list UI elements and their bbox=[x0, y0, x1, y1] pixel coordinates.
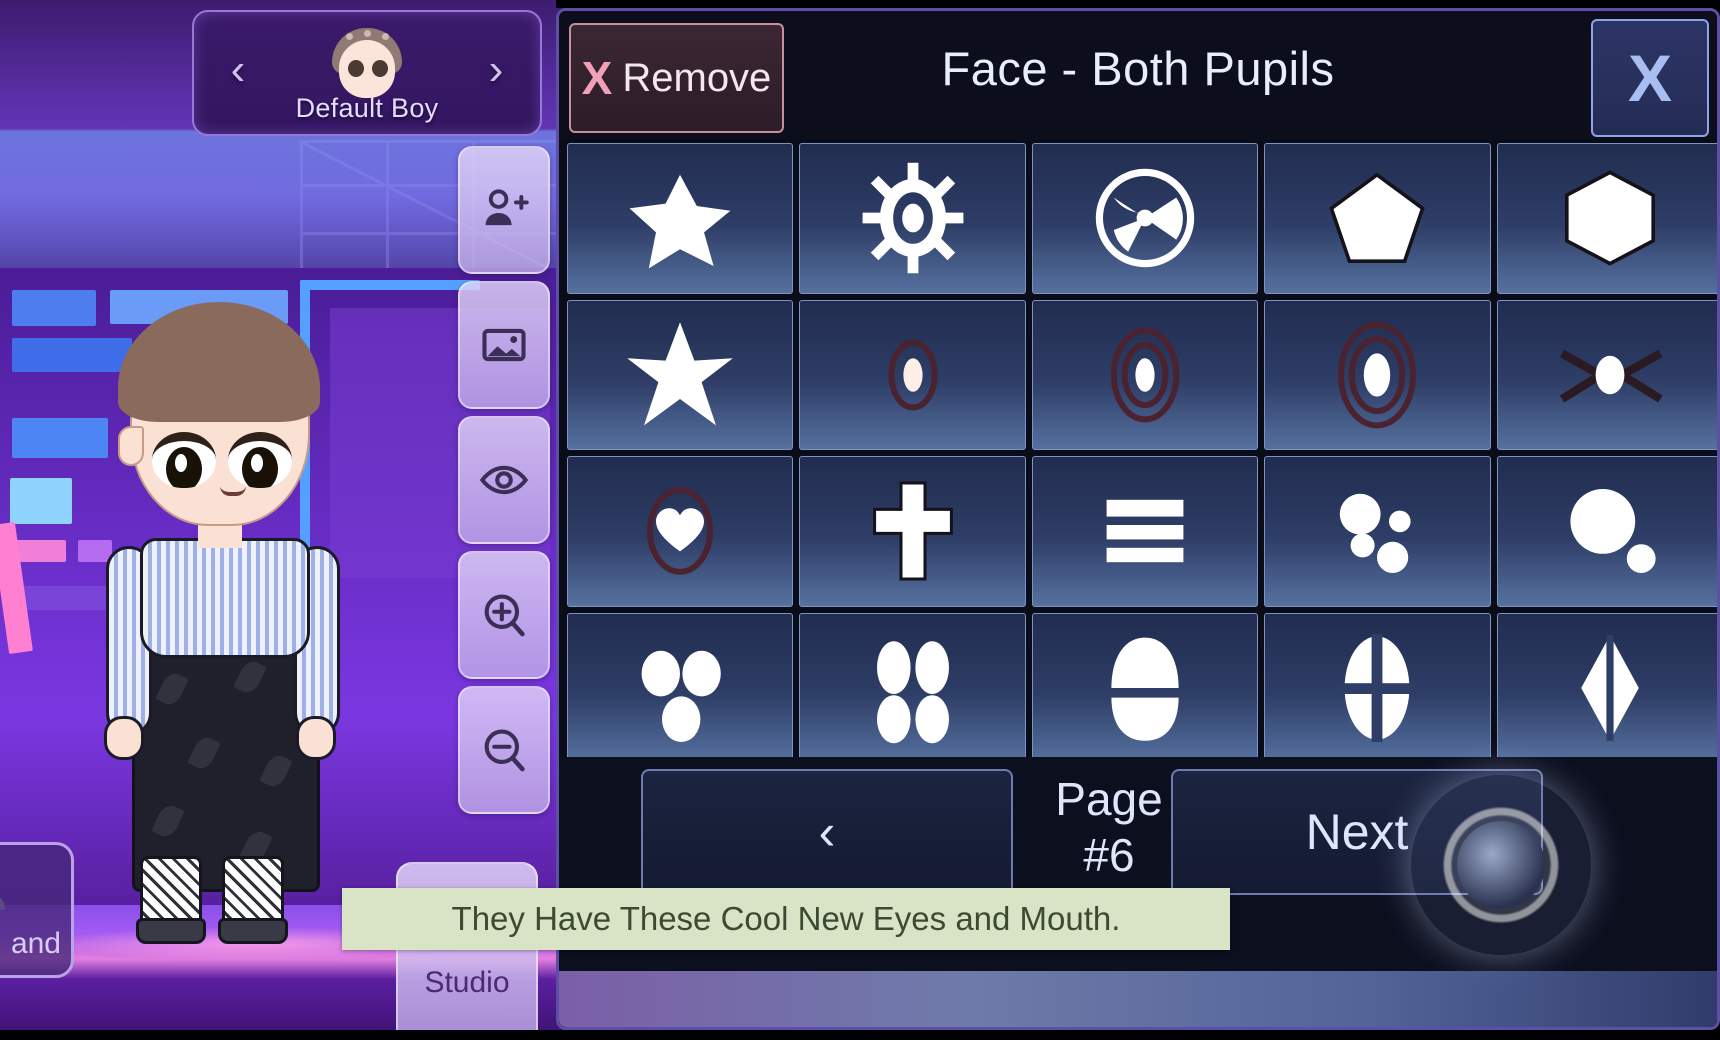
oval-ring-small-icon bbox=[887, 339, 938, 411]
big-dot-small-dot-icon bbox=[1570, 489, 1656, 574]
panel-title: Face - Both Pupils bbox=[941, 42, 1335, 95]
character-shoe-left bbox=[136, 918, 206, 944]
grid-item[interactable] bbox=[799, 299, 1026, 450]
character-eye-right bbox=[228, 432, 292, 488]
grid-item[interactable] bbox=[1031, 456, 1259, 607]
sparkle-eye-lash-icon bbox=[1559, 349, 1663, 403]
star-5-point-rough-icon bbox=[629, 175, 731, 269]
character-top bbox=[140, 538, 310, 658]
four-dot-cluster-icon bbox=[1340, 494, 1411, 574]
grid-item[interactable] bbox=[1496, 612, 1717, 763]
character-icon bbox=[0, 875, 5, 910]
grid-item[interactable] bbox=[1264, 456, 1491, 607]
grid-item[interactable] bbox=[1496, 143, 1717, 294]
star-6-point-icon bbox=[627, 321, 733, 426]
character-hair bbox=[118, 302, 320, 422]
hexagon-icon bbox=[1564, 170, 1655, 266]
panel-bottom-strip bbox=[559, 971, 1717, 1027]
oval-split-horizontal-icon bbox=[1111, 637, 1179, 741]
magnifier-plus-icon bbox=[484, 594, 525, 637]
cross-icon bbox=[872, 481, 953, 581]
item-picker-panel: X Remove Face - Both Pupils X ‹ Page #6 … bbox=[556, 8, 1720, 1030]
character-pants bbox=[132, 642, 320, 892]
add-character-button[interactable] bbox=[458, 146, 550, 274]
grid-item[interactable] bbox=[799, 456, 1026, 607]
character-pupil-left bbox=[166, 447, 202, 488]
oval-double-ring-icon bbox=[1110, 327, 1180, 423]
grid-item[interactable] bbox=[567, 612, 794, 763]
stage-tool-rail bbox=[458, 146, 556, 821]
selector-prev-button[interactable]: ‹ bbox=[210, 42, 266, 98]
radiation-circle-icon bbox=[1095, 169, 1195, 268]
grid-item[interactable] bbox=[799, 143, 1026, 294]
tap-highlight-indicator bbox=[1411, 775, 1591, 955]
close-icon: X bbox=[1627, 41, 1673, 115]
grid-item[interactable] bbox=[1264, 612, 1491, 763]
grid-item[interactable] bbox=[1031, 612, 1259, 763]
grid-item[interactable] bbox=[799, 612, 1026, 763]
prev-page-label: ‹ bbox=[818, 804, 836, 860]
top-letterbox bbox=[556, 0, 1720, 8]
grid-item[interactable] bbox=[567, 456, 794, 607]
bottom-letterbox bbox=[0, 1030, 1720, 1040]
character-shoe-right bbox=[218, 918, 288, 944]
grid-item[interactable] bbox=[1496, 456, 1717, 607]
caption-overlay: They Have These Cool New Eyes and Mouth. bbox=[342, 888, 1230, 950]
sun-burst-oval-icon bbox=[862, 163, 963, 274]
random-label: and bbox=[10, 927, 61, 960]
four-ovals-icon bbox=[876, 640, 949, 743]
character-hand-right bbox=[296, 716, 336, 760]
background-button[interactable] bbox=[458, 281, 550, 409]
pentagon-icon bbox=[1329, 172, 1426, 264]
zoom-in-button[interactable] bbox=[458, 551, 550, 679]
close-button[interactable]: X bbox=[1591, 19, 1709, 137]
selector-next-button[interactable]: › bbox=[468, 42, 524, 98]
eye-icon bbox=[479, 465, 529, 495]
page-indicator: Page #6 bbox=[1024, 771, 1194, 883]
grid-item[interactable] bbox=[1031, 143, 1259, 294]
diamond-split-icon bbox=[1580, 634, 1639, 741]
oval-quartered-icon bbox=[1341, 633, 1414, 742]
item-grid bbox=[563, 143, 1717, 763]
prev-page-button[interactable]: ‹ bbox=[641, 769, 1013, 895]
character-hand-left bbox=[104, 716, 144, 760]
character-avatar[interactable] bbox=[92, 290, 352, 950]
oval-triple-ring-icon bbox=[1338, 321, 1417, 429]
caption-text: They Have These Cool New Eyes and Mouth. bbox=[451, 900, 1121, 937]
studio-label: Studio bbox=[424, 966, 510, 999]
grid-item[interactable] bbox=[567, 143, 794, 294]
grid-item[interactable] bbox=[1031, 299, 1259, 450]
grid-item[interactable] bbox=[567, 299, 794, 450]
character-stage[interactable]: ‹ › Default Boy Studio and bbox=[0, 0, 612, 1040]
app-root: ‹ › Default Boy Studio and X Remove Face… bbox=[0, 0, 1720, 1040]
grid-item[interactable] bbox=[1264, 299, 1491, 450]
preview-eye-button[interactable] bbox=[458, 416, 550, 544]
panel-header: X Remove Face - Both Pupils X bbox=[559, 11, 1717, 139]
selector-character-name: Default Boy bbox=[295, 93, 439, 123]
character-ear bbox=[118, 426, 144, 466]
heart-in-oval-icon bbox=[647, 487, 714, 576]
character-eye-left bbox=[152, 432, 216, 488]
person-plus-icon bbox=[485, 189, 529, 226]
grid-item[interactable] bbox=[1496, 299, 1717, 450]
three-circles-icon bbox=[641, 650, 721, 742]
page-word: Page bbox=[1055, 773, 1163, 825]
three-bars-icon bbox=[1106, 500, 1184, 563]
character-face-icon bbox=[328, 28, 406, 102]
character-pupil-right bbox=[242, 447, 278, 488]
image-icon bbox=[482, 328, 526, 362]
random-button[interactable]: and bbox=[0, 842, 74, 978]
zoom-out-button[interactable] bbox=[458, 686, 550, 814]
character-selector[interactable]: ‹ › Default Boy bbox=[192, 10, 542, 136]
page-number: #6 bbox=[1083, 829, 1135, 881]
grid-item[interactable] bbox=[1264, 143, 1491, 294]
magnifier-minus-icon bbox=[484, 729, 525, 772]
next-page-label: Next bbox=[1305, 804, 1409, 860]
